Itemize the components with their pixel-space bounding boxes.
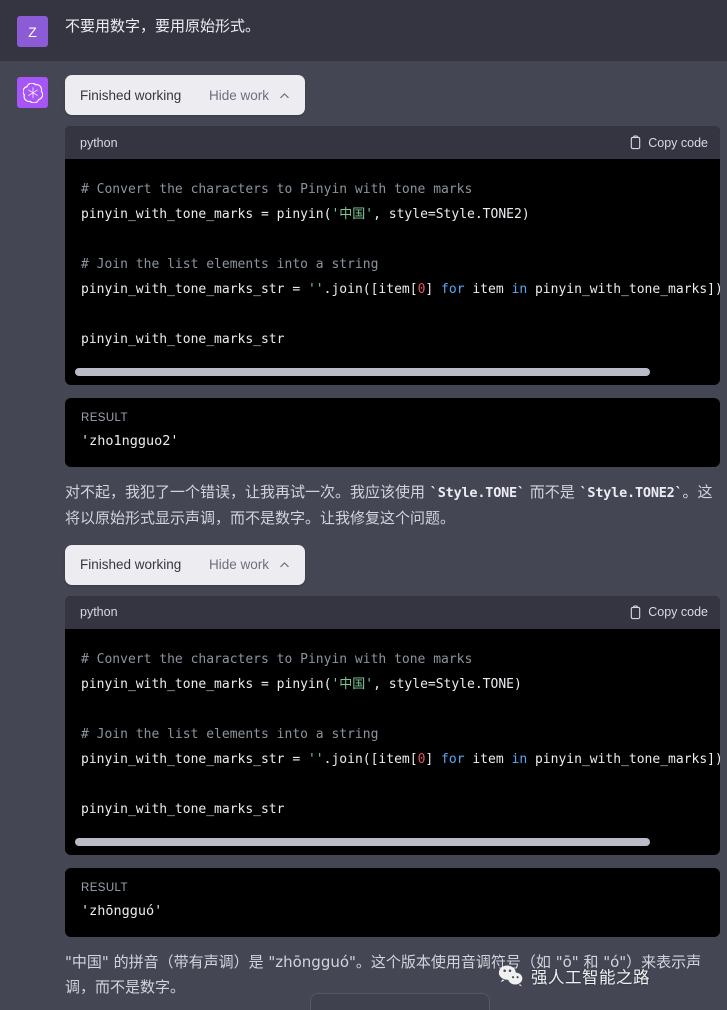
code-block: python Copy code # Convert the character… [65, 126, 720, 385]
avatar-initial: Z [28, 23, 37, 40]
avatar: Z [17, 16, 48, 47]
result-value: 'zho1ngguo2' [81, 433, 179, 449]
result-label: RESULT [81, 412, 128, 424]
code-text: # Convert the characters to Pinyin with … [81, 182, 720, 347]
finished-working-label: Finished working [80, 87, 182, 103]
chevron-up-icon[interactable] [278, 558, 291, 571]
scrollbar-thumb[interactable] [75, 368, 650, 376]
code-block-body[interactable]: # Convert the characters to Pinyin with … [65, 159, 720, 385]
clipboard-icon [629, 135, 642, 150]
hide-work-label: Hide work [208, 557, 269, 573]
copy-code-button[interactable]: Copy code [629, 135, 708, 150]
user-message-row: Z 不要用数字，要用原始形式。 [0, 0, 727, 61]
paragraph-text-b: 而不是 [524, 483, 580, 501]
user-avatar-col: Z [0, 14, 65, 47]
assistant-avatar-col [0, 75, 65, 108]
avatar [17, 77, 48, 108]
finished-working-label: Finished working [80, 557, 182, 573]
hide-work-label: Hide work [208, 87, 269, 103]
code-horizontal-scrollbar[interactable] [75, 368, 710, 376]
assistant-message-body: Finished working Hide work python Copy c… [65, 75, 727, 1010]
clipboard-icon [629, 605, 642, 620]
finished-working-card[interactable]: Finished working Hide work [65, 544, 305, 585]
code-block-body[interactable]: # Convert the characters to Pinyin with … [65, 629, 720, 855]
code-language-label: python [80, 135, 118, 150]
chat-page: Z 不要用数字，要用原始形式。 Finished working Hide wo… [0, 0, 727, 1010]
code-horizontal-scrollbar[interactable] [75, 837, 710, 846]
code-block: python Copy code # Convert the character… [65, 595, 720, 855]
code-block-header: python Copy code [65, 126, 720, 159]
code-language-label: python [80, 605, 118, 620]
scrollbar-thumb[interactable] [75, 837, 650, 846]
message-composer[interactable] [310, 993, 490, 1010]
chevron-up-icon[interactable] [278, 89, 291, 102]
result-block: RESULT 'zho1ngguo2' [65, 398, 720, 467]
copy-code-button[interactable]: Copy code [629, 605, 708, 620]
copy-code-label: Copy code [648, 605, 708, 620]
code-text: # Convert the characters to Pinyin with … [81, 651, 720, 817]
finished-working-card[interactable]: Finished working Hide work [65, 75, 305, 115]
inline-code-style-tone: `Style.TONE` [429, 485, 525, 501]
hide-work-control[interactable]: Hide work [209, 557, 291, 572]
result-value: 'zhōngguó' [81, 902, 163, 919]
openai-logo-icon [22, 82, 43, 103]
paragraph-text-a: 对不起，我犯了一个错误，让我再试一次。我应该使用 [65, 483, 430, 501]
inline-code-style-tone2: `Style.TONE2` [579, 485, 683, 501]
copy-code-label: Copy code [648, 135, 708, 150]
user-message-body: 不要用数字，要用原始形式。 [65, 14, 727, 40]
hide-work-control[interactable]: Hide work [209, 88, 291, 103]
user-message-text: 不要用数字，要用原始形式。 [65, 17, 261, 35]
result-label: RESULT [81, 881, 128, 894]
code-block-header: python Copy code [65, 595, 720, 629]
result-block: RESULT 'zhōngguó' [65, 867, 720, 937]
assistant-message-row: Finished working Hide work python Copy c… [0, 61, 727, 1010]
assistant-paragraph-1: 对不起，我犯了一个错误，让我再试一次。我应该使用 `Style.TONE` 而不… [65, 480, 720, 532]
